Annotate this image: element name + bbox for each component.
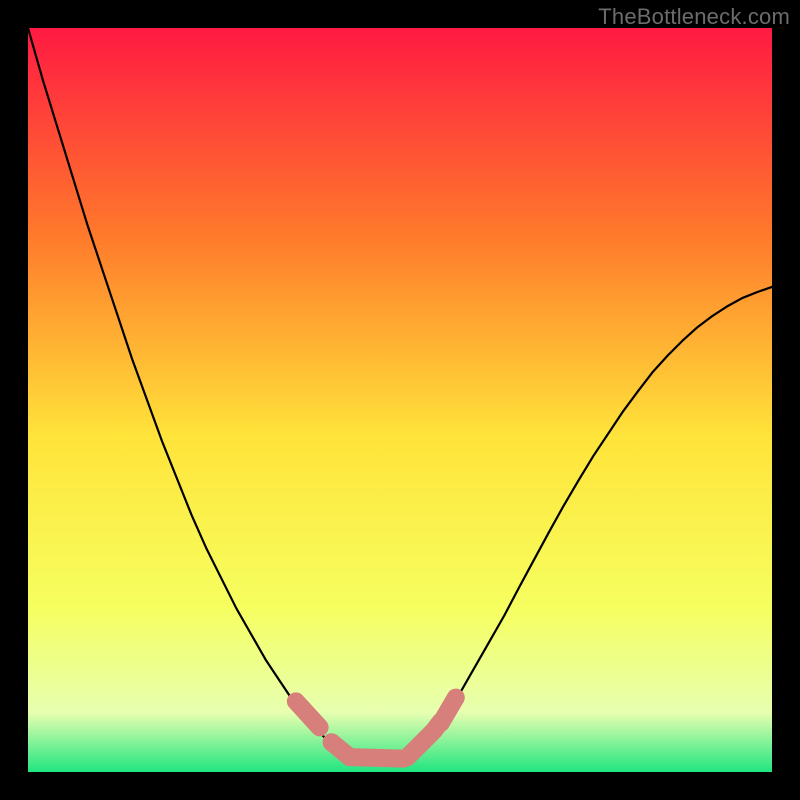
highlight-segment	[441, 698, 456, 723]
plot-area	[28, 28, 772, 772]
highlight-segment	[349, 757, 403, 758]
chart-frame: TheBottleneck.com	[0, 0, 800, 800]
gradient-background	[28, 28, 772, 772]
chart-svg	[28, 28, 772, 772]
watermark-text: TheBottleneck.com	[598, 4, 790, 30]
